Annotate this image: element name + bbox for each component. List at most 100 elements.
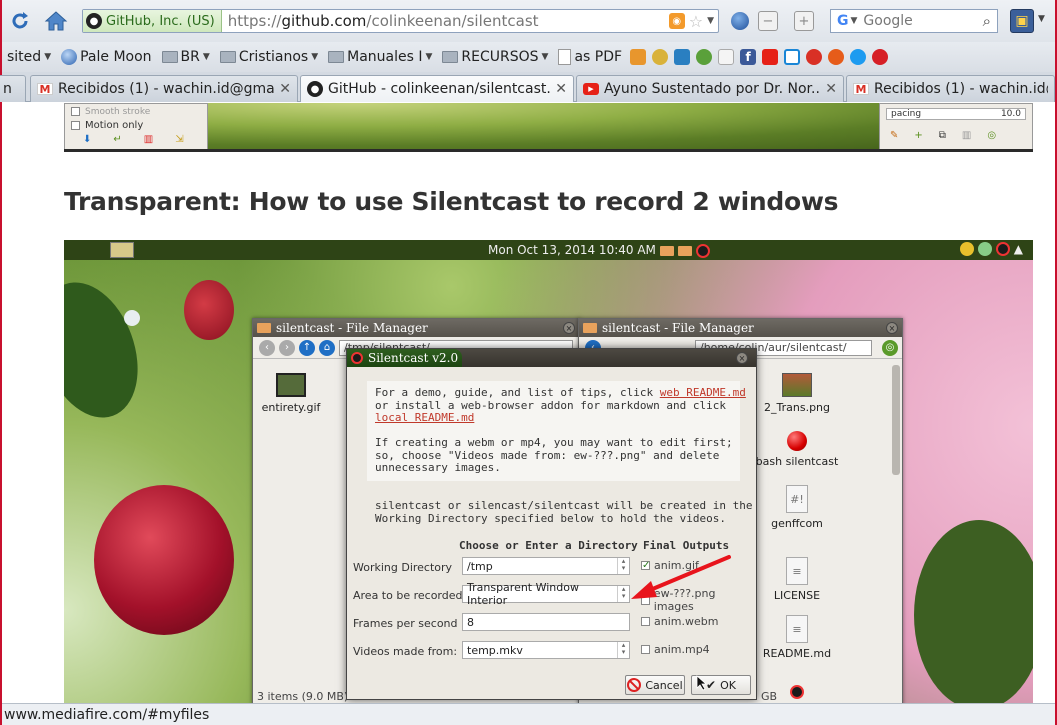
red-ball-icon bbox=[787, 431, 807, 451]
note-text: Working Directory specified below to hol… bbox=[375, 512, 726, 525]
bookmark-pale-moon[interactable]: Pale Moon bbox=[56, 49, 156, 65]
bookmark-folder-cristianos[interactable]: Cristianos ▼ bbox=[215, 49, 323, 65]
field-value: 8 bbox=[467, 615, 474, 629]
extension-dropdown-icon[interactable]: ▼ bbox=[1038, 14, 1045, 24]
close-tab-icon[interactable]: ✕ bbox=[825, 81, 837, 97]
home-icon[interactable] bbox=[42, 7, 70, 35]
bookmark-icon-swap[interactable] bbox=[630, 49, 647, 65]
file-manager-status: GB bbox=[761, 690, 778, 703]
search-icon[interactable]: ⌕ bbox=[983, 12, 997, 30]
tab-gmail-1[interactable]: M Recibidos (1) - wachin.id@gmai... ✕ bbox=[30, 75, 298, 102]
close-icon: × bbox=[563, 322, 575, 334]
row-label: Working Directory bbox=[353, 561, 453, 574]
globe-icon[interactable] bbox=[726, 7, 754, 35]
close-tab-icon[interactable]: ✕ bbox=[555, 81, 567, 97]
file-manager-status: 3 items (9.0 MB) bbox=[257, 690, 349, 703]
rss-feed-icon[interactable]: ◉ bbox=[668, 13, 685, 29]
tab-gmail-2[interactable]: M Recibidos (1) - wachin.id@gmai... bbox=[846, 75, 1055, 102]
leaf-shape bbox=[914, 520, 1033, 703]
site-identity-button[interactable]: ● GitHub, Inc. (US) bbox=[83, 10, 222, 32]
bookmark-star-icon[interactable]: ☆ bbox=[689, 12, 703, 31]
trash-icon: ▥ bbox=[143, 134, 154, 145]
settings-panel-left: Smooth stroke Motion only ⬇ ↵ ▥ ⇲ bbox=[64, 103, 208, 149]
url-text[interactable]: https://github.com/colinkeenan/silentcas… bbox=[222, 12, 539, 30]
minus-icon[interactable]: − bbox=[758, 11, 778, 31]
output-anim-mp4: anim.mp4 bbox=[641, 643, 710, 656]
folder-icon bbox=[161, 51, 178, 63]
file-name: 2_Trans.png bbox=[764, 401, 830, 414]
bookmark-label: Manuales I bbox=[347, 49, 423, 65]
bookmark-label: RECURSOS bbox=[461, 49, 539, 65]
text-file-icon: ≡ bbox=[786, 615, 808, 643]
info-text: or install a web-browser addon for markd… bbox=[375, 398, 726, 412]
bookmark-icon-blue[interactable] bbox=[784, 49, 801, 65]
bookmark-icon-android[interactable] bbox=[696, 49, 713, 65]
tab-overflow-left[interactable]: n bbox=[0, 75, 26, 102]
file-item: entirety.gif bbox=[241, 373, 341, 414]
bookmark-icon-page[interactable] bbox=[718, 49, 735, 65]
file-manager-titlebar: silentcast - File Manager × bbox=[579, 319, 902, 337]
bookmark-folder-recursos[interactable]: RECURSOS ▼ bbox=[437, 49, 553, 65]
window-title: silentcast - File Manager bbox=[602, 321, 754, 335]
checkbox bbox=[641, 617, 650, 626]
close-tab-icon[interactable]: ✕ bbox=[279, 81, 291, 97]
checkbox bbox=[641, 645, 650, 654]
bookmark-icon-red[interactable] bbox=[872, 49, 889, 65]
file-item: bash silentcast bbox=[747, 431, 847, 468]
tab-youtube[interactable]: ▶ Ayuno Sustentado por Dr. Nor... ✕ bbox=[576, 75, 844, 102]
extension-icon[interactable]: ▣ bbox=[1010, 9, 1034, 33]
section-heading: Transparent: How to use Silentcast to re… bbox=[64, 187, 839, 216]
url-path: /colinkeenan/silentcast bbox=[366, 12, 539, 30]
working-directory-field: /tmp ▴ ▾ bbox=[462, 557, 630, 575]
leaf-shape bbox=[64, 268, 156, 432]
strawberry-shape bbox=[94, 485, 234, 635]
reload-icon[interactable] bbox=[6, 7, 34, 35]
tray-icon-yellow bbox=[959, 242, 974, 256]
bookmark-label: as PDF bbox=[574, 49, 623, 65]
option-smooth: Smooth stroke bbox=[65, 104, 207, 120]
search-engine-dropdown-icon[interactable]: ▼ bbox=[851, 16, 864, 26]
return-icon: ↵ bbox=[113, 134, 122, 145]
close-icon: × bbox=[736, 352, 748, 364]
bookmarks-toolbar: sited ▼ Pale Moon BR ▼ Cristianos ▼ Manuale… bbox=[2, 42, 1055, 72]
gmail-favicon: M bbox=[37, 83, 53, 96]
button-label: Cancel bbox=[645, 678, 683, 692]
bookmark-folder-sited[interactable]: sited ▼ bbox=[2, 49, 56, 65]
github-icon: ● bbox=[86, 13, 102, 29]
tab-github[interactable]: ● GitHub - colinkeenan/silentcast... ✕ bbox=[300, 75, 574, 102]
puzzle-plus-icon[interactable]: + bbox=[794, 11, 814, 31]
ubuntu-icon[interactable] bbox=[828, 49, 845, 65]
text-file-icon: ≡ bbox=[786, 557, 808, 585]
settings-panel-right: pacing 10.0 ✎ + ⧉ ▥ ◎ bbox=[879, 103, 1033, 149]
search-bar[interactable]: G ▼ Google ⌕ bbox=[830, 9, 998, 33]
local-readme-link: local README.md bbox=[375, 411, 475, 424]
info-text: so, choose "Videos made from: ew-???.png… bbox=[375, 448, 720, 462]
frames-per-second-field: 8 bbox=[462, 613, 630, 631]
field-value: Transparent Window Interior bbox=[467, 581, 579, 607]
bookmark-icon-pen[interactable] bbox=[674, 49, 691, 65]
google-icon[interactable]: G bbox=[831, 13, 851, 29]
script-file-icon: #! bbox=[786, 485, 808, 513]
url-dropdown-icon[interactable]: ▼ bbox=[707, 16, 714, 26]
bookmark-icon-figure[interactable] bbox=[652, 49, 669, 65]
url-domain: github.com bbox=[281, 12, 367, 30]
area-to-record-field: Transparent Window Interior ▴ ▾ bbox=[462, 581, 630, 607]
bookmark-label: BR bbox=[180, 49, 200, 65]
facebook-icon[interactable]: f bbox=[740, 49, 757, 65]
status-bar: www.mediafire.com/#myfiles bbox=[2, 703, 1055, 725]
column-header-outputs: Final Outputs bbox=[643, 539, 730, 552]
gmail-icon[interactable] bbox=[806, 49, 823, 65]
url-bar[interactable]: ● GitHub, Inc. (US) https://github.com/c… bbox=[82, 9, 719, 33]
berry-shape bbox=[184, 280, 234, 340]
page-content: Smooth stroke Motion only ⬇ ↵ ▥ ⇲ pacing… bbox=[2, 103, 1055, 703]
file-name: README.md bbox=[762, 647, 832, 660]
bookmark-folder-manuales[interactable]: Manuales I ▼ bbox=[323, 49, 437, 65]
youtube-icon[interactable] bbox=[762, 49, 779, 65]
button-label: OK bbox=[720, 678, 736, 692]
image-thumbnail bbox=[782, 373, 812, 397]
bookmark-folder-br[interactable]: BR ▼ bbox=[157, 49, 215, 65]
up-icon: ↑ bbox=[299, 339, 315, 356]
bookmark-icon-circle[interactable] bbox=[850, 49, 867, 65]
navigation-toolbar: ● GitHub, Inc. (US) https://github.com/c… bbox=[2, 0, 1055, 42]
bookmark-as-pdf[interactable]: as PDF bbox=[553, 49, 627, 65]
